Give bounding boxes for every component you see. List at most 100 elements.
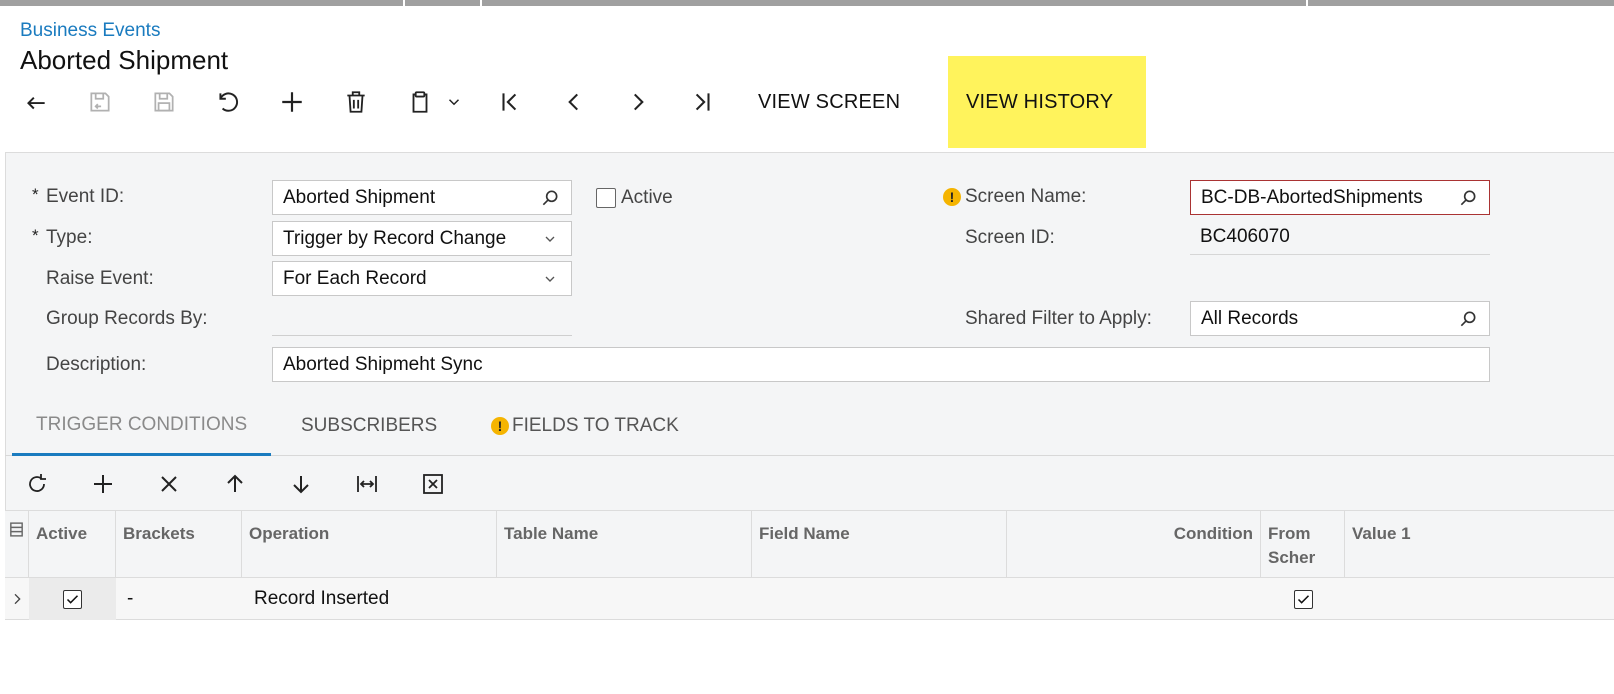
top-bar-separator [403, 0, 405, 6]
tab-bar: TRIGGER CONDITIONS SUBSCRIBERS ! FIELDS … [5, 396, 1614, 456]
row-active-cell[interactable] [29, 578, 116, 620]
move-down-button[interactable] [283, 458, 319, 510]
column-header-table-name[interactable]: Table Name [497, 511, 752, 579]
delete-button[interactable] [338, 56, 374, 148]
save-button[interactable] [146, 56, 182, 148]
tab-fields-to-track-label: FIELDS TO TRACK [512, 415, 679, 436]
row-table-name-cell[interactable] [504, 578, 744, 620]
warning-icon: ! [491, 417, 509, 435]
event-id-input[interactable]: Aborted Shipment [272, 180, 572, 215]
export-excel-button[interactable] [415, 458, 451, 510]
column-header-active[interactable]: Active [29, 511, 116, 579]
check-icon [66, 594, 79, 604]
column-header-field-name[interactable]: Field Name [752, 511, 1007, 579]
type-label: Type: [46, 227, 93, 248]
check-icon [1297, 594, 1309, 604]
previous-record-icon [568, 93, 578, 111]
search-icon[interactable] [1457, 308, 1479, 330]
grid-empty-area [5, 620, 1614, 694]
breadcrumb[interactable]: Business Events [20, 20, 160, 42]
column-header-value1[interactable]: Value 1 [1345, 511, 1614, 579]
add-button[interactable] [274, 56, 310, 148]
view-screen-button[interactable]: VIEW SCREEN [758, 56, 900, 148]
move-up-icon [227, 474, 243, 492]
last-record-button[interactable] [684, 56, 720, 148]
required-marker: * [32, 185, 39, 204]
previous-record-button[interactable] [556, 56, 592, 148]
save-and-close-button[interactable] [82, 56, 118, 148]
column-header-from-schema[interactable]: From Scher [1261, 511, 1345, 579]
row-field-name-cell[interactable] [759, 578, 999, 620]
screen-name-value: BC-DB-AbortedShipments [1201, 186, 1423, 208]
first-record-icon [502, 93, 517, 111]
main-toolbar: VIEW SCREEN VIEW HISTORY [0, 56, 1614, 148]
undo-icon [219, 92, 239, 112]
screen-id-label: Screen ID: [965, 227, 1055, 248]
description-label: Description: [46, 354, 147, 375]
shared-filter-value: All Records [1201, 307, 1299, 329]
raise-event-value: For Each Record [283, 267, 427, 289]
back-button[interactable] [18, 56, 54, 148]
tab-fields-to-track[interactable]: ! FIELDS TO TRACK [491, 396, 679, 456]
search-icon[interactable] [1457, 187, 1479, 209]
tab-subscribers[interactable]: SUBSCRIBERS [301, 396, 437, 456]
column-header-operation[interactable]: Operation [242, 511, 497, 579]
screen-id-value: BC406070 [1190, 220, 1490, 255]
chevron-down-icon[interactable] [539, 228, 561, 250]
grid-toolbar [5, 458, 1614, 510]
group-records-by-field[interactable] [272, 300, 572, 336]
row-brackets-cell[interactable]: - [127, 578, 237, 620]
fit-columns-button[interactable] [349, 458, 385, 510]
from-schema-checkbox[interactable] [1293, 589, 1313, 609]
screen-name-label: Screen Name: [965, 186, 1087, 207]
search-icon[interactable] [539, 187, 561, 209]
undo-button[interactable] [210, 56, 246, 148]
active-checkbox[interactable] [596, 188, 616, 208]
export-excel-icon [423, 474, 443, 494]
description-input[interactable]: Aborted Shipmeht Sync [272, 347, 1490, 382]
top-bar-separator [480, 0, 482, 6]
row-condition-cell[interactable] [1014, 578, 1254, 620]
table-row[interactable]: - Record Inserted [5, 578, 1614, 620]
warning-icon: ! [943, 188, 961, 206]
next-record-icon [634, 93, 644, 111]
copy-paste-dropdown[interactable] [440, 56, 468, 148]
raise-event-label: Raise Event: [46, 268, 154, 289]
save-and-close-icon [90, 92, 110, 112]
copy-paste-button[interactable] [402, 56, 438, 148]
raise-event-select[interactable]: For Each Record [272, 261, 572, 296]
required-marker: * [32, 226, 39, 245]
column-settings-icon [10, 522, 23, 537]
row-operation-cell[interactable]: Record Inserted [254, 578, 494, 620]
copy-paste-icon [412, 91, 428, 113]
add-row-button[interactable] [85, 458, 121, 510]
shared-filter-label: Shared Filter to Apply: [965, 308, 1152, 329]
active-checkbox[interactable] [63, 589, 82, 609]
fit-columns-icon [357, 476, 377, 492]
next-record-button[interactable] [620, 56, 656, 148]
back-icon [27, 96, 45, 110]
tab-trigger-conditions[interactable]: TRIGGER CONDITIONS [12, 396, 272, 456]
move-down-icon [293, 476, 309, 494]
row-value1-cell[interactable] [1352, 578, 1602, 620]
column-header-brackets[interactable]: Brackets [116, 511, 242, 579]
refresh-button[interactable] [19, 458, 55, 510]
event-id-label: Event ID: [46, 186, 125, 207]
last-record-icon [695, 93, 710, 111]
column-settings-button[interactable] [5, 511, 29, 579]
chevron-down-icon[interactable] [539, 268, 561, 290]
chevron-down-icon [448, 99, 460, 106]
shared-filter-input[interactable]: All Records [1190, 301, 1490, 336]
type-value: Trigger by Record Change [283, 227, 507, 249]
row-from-schema-cell[interactable] [1261, 578, 1345, 620]
grid-header: Active Brackets Operation Table Name Fie… [5, 510, 1614, 579]
row-expand-icon[interactable] [9, 578, 29, 620]
type-select[interactable]: Trigger by Record Change [272, 221, 572, 256]
move-up-button[interactable] [217, 458, 253, 510]
first-record-button[interactable] [492, 56, 528, 148]
column-header-condition[interactable]: Condition [1007, 511, 1261, 579]
delete-row-button[interactable] [151, 458, 187, 510]
view-history-button[interactable]: VIEW HISTORY [948, 56, 1146, 148]
screen-name-input[interactable]: BC-DB-AbortedShipments [1190, 180, 1490, 215]
delete-icon [347, 91, 365, 113]
